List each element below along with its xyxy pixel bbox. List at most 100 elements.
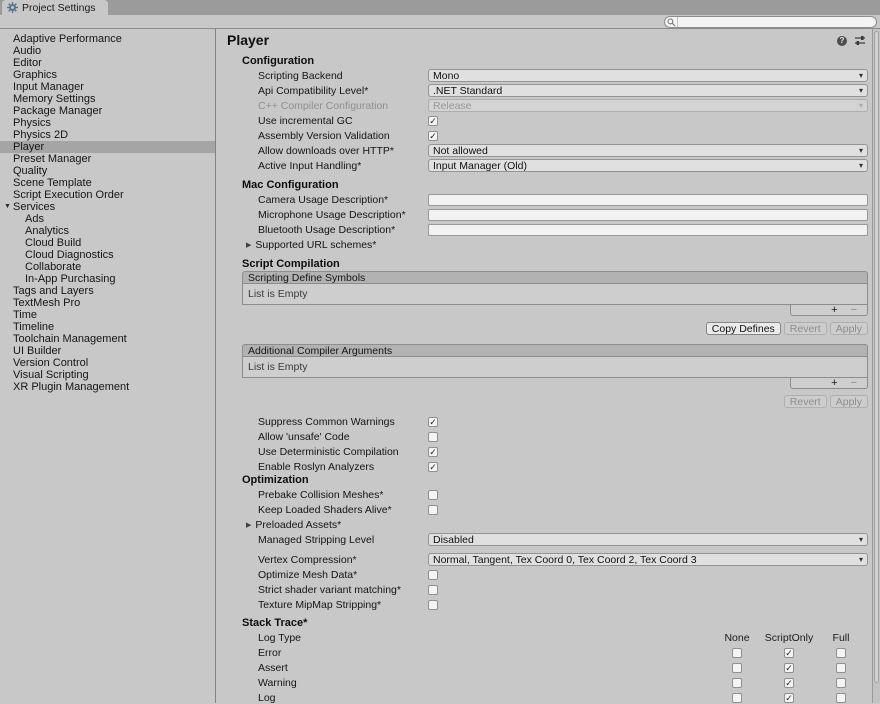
sidebar-item-cloud-build[interactable]: Cloud Build [0,237,215,249]
allow-unsafe-code-checkbox[interactable] [428,432,438,442]
sidebar-item-xr-plugin-management[interactable]: XR Plugin Management [0,381,215,393]
bluetooth-usage-description-input[interactable] [428,224,868,236]
api-compatibility-level-dropdown[interactable]: .NET Standard▾ [428,84,868,97]
add-item-button[interactable]: + [831,379,837,388]
error-none-checkbox[interactable] [732,648,742,658]
managed-stripping-level-dropdown[interactable]: Disabled ▾ [428,533,868,546]
field-label: Use Deterministic Compilation [216,446,428,458]
field-label: Active Input Handling* [216,160,428,172]
sidebar-item-tags-and-layers[interactable]: Tags and Layers [0,285,215,297]
sidebar-item-ui-builder[interactable]: UI Builder [0,345,215,357]
sidebar-item-audio[interactable]: Audio [0,45,215,57]
add-item-button[interactable]: + [831,306,837,315]
sidebar-item-cloud-diagnostics[interactable]: Cloud Diagnostics [0,249,215,261]
sidebar-item-collaborate[interactable]: Collaborate [0,261,215,273]
optimize-mesh-data-checkbox[interactable] [428,570,438,580]
log-full-checkbox[interactable] [836,693,846,703]
sidebar-item-time[interactable]: Time [0,309,215,321]
sidebar-item-in-app-purchasing[interactable]: In-App Purchasing [0,273,215,285]
log-type-label: Log Type [216,632,711,644]
sidebar-item-graphics[interactable]: Graphics [0,69,215,81]
vertex-compression-dropdown[interactable]: Normal, Tangent, Tex Coord 0, Tex Coord … [428,553,868,566]
warning-scriptonly-checkbox[interactable]: ✓ [784,678,794,688]
log-none-checkbox[interactable] [732,693,742,703]
field-label: Allow 'unsafe' Code [216,431,428,443]
sidebar-item-quality[interactable]: Quality [0,165,215,177]
scripting-backend-dropdown[interactable]: Mono▾ [428,69,868,82]
supported-url-schemes-foldout[interactable]: ▶Supported URL schemes* [216,239,376,251]
remove-item-button: − [851,306,857,315]
active-input-handling-dropdown[interactable]: Input Manager (Old)▾ [428,159,868,172]
warning-none-checkbox[interactable] [732,678,742,688]
prebake-collision-meshes-checkbox[interactable] [428,490,438,500]
warning-full-checkbox[interactable] [836,678,846,688]
sidebar-item-player[interactable]: Player [0,141,215,153]
use-incremental-gc-checkbox[interactable]: ✓ [428,116,438,126]
chevron-down-icon: ▾ [859,160,863,172]
stacktrace-cell: ✓ [763,648,815,658]
sidebar-item-package-manager[interactable]: Package Manager [0,105,215,117]
assert-none-checkbox[interactable] [732,663,742,673]
stacktrace-header-row: Log TypeNoneScriptOnlyFull [216,630,872,645]
sidebar-item-analytics[interactable]: Analytics [0,225,215,237]
assert-scriptonly-checkbox[interactable]: ✓ [784,663,794,673]
section-header-script-compilation: Script Compilation [216,258,872,271]
assert-full-checkbox[interactable] [836,663,846,673]
sidebar-item-scene-template[interactable]: Scene Template [0,177,215,189]
tab-label: Project Settings [22,2,96,14]
sidebar-item-ads[interactable]: Ads [0,213,215,225]
sidebar-item-physics-2d[interactable]: Physics 2D [0,129,215,141]
c-compiler-configuration-dropdown: Release▾ [428,99,868,112]
assembly-version-validation-checkbox[interactable]: ✓ [428,131,438,141]
sidebar-item-editor[interactable]: Editor [0,57,215,69]
vertical-scrollbar[interactable] [872,29,880,703]
sidebar-item-memory-settings[interactable]: Memory Settings [0,93,215,105]
sidebar-item-services[interactable]: ▼Services [0,201,215,213]
field-label: Scripting Backend [216,70,428,82]
enable-roslyn-analyzers-checkbox[interactable]: ✓ [428,462,438,472]
chevron-down-icon[interactable]: ▼ [4,201,11,213]
log-scriptonly-checkbox[interactable]: ✓ [784,693,794,703]
sidebar-item-physics[interactable]: Physics [0,117,215,129]
preloaded-assets-foldout[interactable]: ▶Preloaded Assets* [216,519,341,531]
keep-loaded-shaders-alive-checkbox[interactable] [428,505,438,515]
sidebar-item-version-control[interactable]: Version Control [0,357,215,369]
row-supported-url-schemes: ▶Supported URL schemes* [216,237,872,252]
allow-downloads-over-http-dropdown[interactable]: Not allowed▾ [428,144,868,157]
sidebar-item-adaptive-performance[interactable]: Adaptive Performance [0,33,215,45]
error-full-checkbox[interactable] [836,648,846,658]
chevron-down-icon: ▾ [859,534,863,546]
scrollbar-thumb[interactable] [874,31,879,683]
tab-project-settings[interactable]: Project Settings [2,0,108,15]
search-input[interactable] [678,17,876,27]
preset-icon[interactable] [854,35,866,46]
sidebar-item-toolchain-management[interactable]: Toolchain Management [0,333,215,345]
help-icon[interactable]: ? [837,36,847,46]
chevron-down-icon: ▾ [859,100,863,112]
microphone-usage-description-input[interactable] [428,209,868,221]
sidebar-item-script-execution-order[interactable]: Script Execution Order [0,189,215,201]
texture-mipmap-stripping-checkbox[interactable] [428,600,438,610]
field-label: Prebake Collision Meshes* [216,489,428,501]
stacktrace-row-assert: Assert✓ [216,660,872,675]
search-box[interactable] [664,16,877,28]
strict-shader-variant-matching-checkbox[interactable] [428,585,438,595]
dropdown-value: Disabled [433,534,474,546]
field-label: Use incremental GC [216,115,428,127]
row-api-compatibility-level: Api Compatibility Level*.NET Standard▾ [216,83,872,98]
settings-toolbar [0,15,880,29]
sidebar-item-input-manager[interactable]: Input Manager [0,81,215,93]
use-deterministic-compilation-checkbox[interactable]: ✓ [428,447,438,457]
sidebar-item-preset-manager[interactable]: Preset Manager [0,153,215,165]
camera-usage-description-input[interactable] [428,194,868,206]
stacktrace-row-error: Error ✓ [216,645,872,660]
copy-defines-button[interactable]: Copy Defines [706,322,781,335]
log-type-row-label: Error [216,647,711,659]
suppress-common-warnings-checkbox[interactable]: ✓ [428,417,438,427]
sidebar-item-timeline[interactable]: Timeline [0,321,215,333]
error-scriptonly-checkbox[interactable]: ✓ [784,648,794,658]
sidebar-item-visual-scripting[interactable]: Visual Scripting [0,369,215,381]
list-empty-message: List is Empty [242,357,868,378]
row-strict-shader-variant-matching: Strict shader variant matching* [216,582,872,597]
sidebar-item-textmesh-pro[interactable]: TextMesh Pro [0,297,215,309]
